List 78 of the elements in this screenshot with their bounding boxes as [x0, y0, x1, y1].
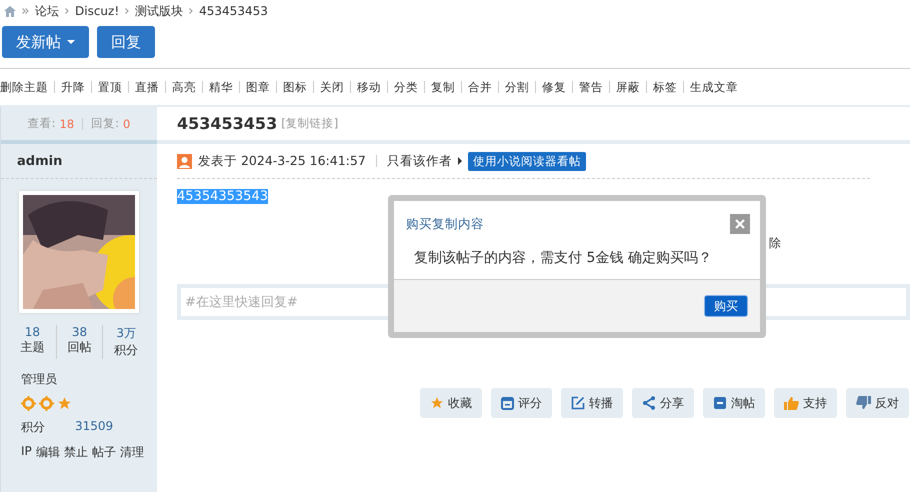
moderation-link[interactable]: 合并	[468, 80, 492, 94]
edit-icon	[571, 396, 585, 410]
thumbs-up-icon	[784, 396, 799, 410]
moderation-link[interactable]: 警告	[579, 80, 603, 94]
post-action-button[interactable]: 分享	[632, 388, 694, 418]
moderation-link[interactable]: 修复	[542, 80, 566, 94]
sun-icon	[21, 396, 36, 411]
breadcrumb-link[interactable]: Discuz!	[75, 4, 120, 18]
user-group: 管理员	[21, 371, 157, 388]
dialog-title: 购买复制内容	[406, 216, 484, 232]
stat-label: 主题	[19, 339, 46, 356]
thread-title: 453453453	[177, 114, 278, 133]
admin-link[interactable]: 禁止	[64, 444, 88, 461]
thumbs-down-icon	[856, 396, 871, 410]
points-label: 积分	[21, 419, 45, 436]
moderation-link[interactable]: 生成文章	[690, 80, 738, 94]
post-action-button[interactable]: 淘帖	[703, 388, 765, 418]
post-action-button[interactable]: 反对	[846, 388, 909, 418]
moderation-link[interactable]: 分割	[505, 80, 529, 94]
views-count: 18	[60, 116, 74, 130]
home-icon[interactable]	[4, 6, 16, 16]
stat-label: 积分	[113, 342, 140, 359]
points-value: 31509	[75, 419, 114, 435]
moderation-link[interactable]: 直播	[135, 80, 159, 94]
admin-link[interactable]: 编辑	[36, 444, 60, 461]
reader-button[interactable]: 使用小说阅读器看帖	[468, 152, 586, 170]
moderation-link[interactable]: 图章	[246, 80, 270, 94]
moderation-link[interactable]: 升降	[61, 80, 85, 94]
moderation-link[interactable]: 置顶	[98, 80, 122, 94]
star-icon	[430, 396, 444, 410]
admin-link[interactable]: 清理	[120, 444, 144, 461]
chevron-icon	[125, 8, 130, 14]
close-button[interactable]	[730, 214, 750, 234]
moderation-link[interactable]: 屏蔽	[616, 80, 640, 94]
moderation-link[interactable]: 移动	[357, 80, 381, 94]
moderation-link[interactable]: 关闭	[320, 80, 344, 94]
post-action-button[interactable]: 收藏	[420, 388, 482, 418]
dialog-message: 复制该帖子的内容，需支付 5金钱 确定购买吗？	[413, 249, 713, 268]
post-text-fragment: 除	[769, 235, 781, 252]
double-chevron-icon	[22, 8, 29, 14]
share-icon	[642, 396, 656, 410]
author-name[interactable]: admin	[17, 154, 62, 168]
moderation-link[interactable]: 高亮	[172, 80, 196, 94]
post-content: 45354353543	[177, 189, 268, 204]
stat-label: 回帖	[66, 339, 92, 356]
moderation-link[interactable]: 删除主题	[0, 80, 48, 94]
moderation-link[interactable]: 精华	[209, 80, 233, 94]
close-icon	[735, 219, 745, 229]
stat-value[interactable]: 18	[9, 325, 56, 339]
breadcrumb-link[interactable]: 453453453	[199, 4, 268, 18]
replies-count: 0	[123, 116, 130, 130]
box-icon	[713, 396, 727, 410]
new-thread-button[interactable]: 发新帖	[2, 26, 89, 58]
moderation-link[interactable]: 标签	[653, 80, 677, 94]
admin-link[interactable]: 帖子	[92, 444, 116, 461]
post-date: 发表于 2024-3-25 16:41:57	[198, 152, 366, 170]
chevron-icon	[189, 8, 194, 14]
buy-button[interactable]: 购买	[704, 295, 748, 317]
stat-value[interactable]: 38	[56, 325, 102, 339]
chevron-icon	[65, 8, 69, 14]
moderation-link[interactable]: 分类	[394, 80, 418, 94]
breadcrumb-link[interactable]: 测试版块	[135, 2, 184, 20]
post-action-button[interactable]: 支持	[774, 388, 837, 418]
sun-icon	[39, 396, 54, 411]
moderation-link[interactable]: 复制	[431, 80, 455, 94]
reply-button[interactable]: 回复	[97, 26, 155, 58]
replies-label: 回复:	[91, 116, 120, 131]
post-action-button[interactable]: 评分	[491, 388, 552, 418]
breadcrumb-link[interactable]: 论坛	[35, 2, 59, 20]
post-action-button[interactable]: 转播	[561, 388, 623, 418]
moderation-link[interactable]: 图标	[283, 80, 307, 94]
star-icon	[57, 396, 72, 411]
admin-link[interactable]: IP	[21, 444, 32, 461]
stat-value[interactable]: 3万	[103, 325, 149, 342]
views-label: 查看:	[28, 116, 56, 131]
calendar-icon	[501, 396, 514, 410]
only-author-link[interactable]: 只看该作者	[386, 152, 452, 170]
user-icon	[177, 154, 192, 168]
